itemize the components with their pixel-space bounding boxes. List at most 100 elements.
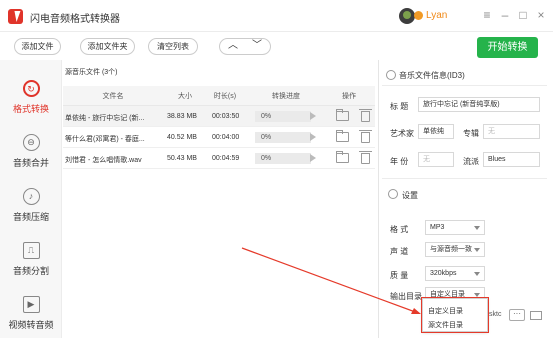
column-name: 文件名 [102, 93, 124, 100]
trash-icon[interactable] [359, 151, 372, 164]
table-row[interactable]: 刘惜君 - 怎么唱情歌.wav 50.43 MB 00:04:59 0% [63, 148, 375, 169]
table-row[interactable]: 单依纯 - 旅行中忘记 (新... 38.83 MB 00:03:50 0% [63, 106, 375, 127]
trash-icon[interactable] [359, 130, 372, 143]
progress-bar: 0% [255, 153, 311, 164]
toolbar: 添加文件 添加文件夹 清空列表 [0, 33, 553, 59]
genre-field[interactable]: Blues [483, 152, 540, 167]
file-duration: 00:04:00 [212, 134, 240, 141]
sidebar-item-merge[interactable]: ⊖ 音频合并 [0, 124, 62, 178]
clear-list-button[interactable]: 清空列表 [148, 38, 198, 55]
file-name: 刘惜君 - 怎么唱情歌.wav [65, 157, 142, 164]
file-size: 40.52 MB [167, 134, 197, 141]
file-duration: 00:04:59 [212, 155, 240, 162]
folder-icon[interactable] [336, 109, 349, 121]
play-icon[interactable] [310, 154, 316, 162]
file-duration: 00:03:50 [212, 113, 240, 120]
move-up-button[interactable]: ︿ [226, 39, 240, 53]
progress-text: 0% [261, 134, 272, 141]
play-icon: ▶ [22, 296, 40, 313]
move-down-button[interactable]: ﹀ [250, 39, 264, 53]
divider [382, 85, 547, 86]
music-note-icon: ♪ [22, 188, 40, 205]
file-name: 等什么君(邓寓君) - 春庭... [65, 136, 145, 143]
divider [382, 178, 547, 179]
progress-text: 0% [261, 155, 272, 162]
file-list-header: 源音乐文件 (3个) [65, 69, 118, 76]
chevron-down-icon [474, 248, 480, 252]
start-convert-button[interactable]: 开始转换 [477, 37, 538, 58]
sidebar-item-label: 音频压缩 [12, 212, 49, 222]
sidebar-item-label: 音频合并 [12, 158, 49, 168]
user-avatar[interactable] [399, 8, 415, 24]
sidebar-item-compress[interactable]: ♪ 音频压缩 [0, 178, 62, 232]
add-folder-button[interactable]: 添加文件夹 [80, 38, 135, 55]
sidebar-item-video-to-audio[interactable]: ▶ 视频转音频 [0, 286, 62, 338]
quality-value: 320kbps [430, 270, 457, 277]
refresh-icon: ↻ [22, 80, 40, 97]
table-header: 文件名 大小 时长(s) 转换进度 操作 [63, 86, 375, 106]
folder-icon[interactable] [336, 151, 349, 163]
quality-select[interactable]: 320kbps [425, 266, 485, 281]
table-row[interactable]: 等什么君(邓寓君) - 春庭... 40.52 MB 00:04:00 0% [63, 127, 375, 148]
column-size: 大小 [178, 93, 192, 100]
minimize-button[interactable]: – [497, 6, 513, 24]
app-title: 闪电音频格式转换器 [30, 14, 120, 25]
title-bar: 闪电音频格式转换器 Lyan ≡ – □ × [0, 0, 553, 32]
chevron-down-icon [474, 272, 480, 276]
album-label: 专辑 [463, 129, 479, 138]
file-size: 50.43 MB [167, 155, 197, 162]
quality-label: 质 量 [390, 271, 409, 280]
split-icon: ⎍ [22, 242, 40, 259]
year-field[interactable]: 无 [418, 152, 454, 167]
artist-field[interactable]: 单依纯 [418, 124, 454, 139]
vip-badge-icon [414, 11, 423, 20]
gear-icon [388, 189, 398, 199]
close-button[interactable]: × [533, 6, 549, 24]
sidebar-item-label: 视频转音频 [8, 320, 54, 330]
sidebar-item-label: 格式转换 [12, 104, 49, 114]
channel-select[interactable]: 与源音频一致 [425, 242, 485, 257]
sidebar-item-split[interactable]: ⎍ 音频分割 [0, 232, 62, 286]
album-field[interactable]: 无 [483, 124, 540, 139]
file-table: 文件名 大小 时长(s) 转换进度 操作 单依纯 - 旅行中忘记 (新... 3… [63, 86, 375, 169]
sidebar-item-label: 音频分割 [12, 266, 49, 276]
title-field[interactable]: 旅行中忘记 (新音纯享版) [418, 97, 540, 112]
column-actions: 操作 [342, 93, 356, 100]
format-select[interactable]: MP3 [425, 220, 485, 235]
chevron-down-icon [474, 226, 480, 230]
year-label: 年 份 [390, 157, 409, 166]
highlight-box [421, 297, 489, 333]
play-icon[interactable] [310, 112, 316, 120]
channel-label: 声 道 [390, 247, 409, 256]
channel-value: 与源音频一致 [430, 246, 472, 253]
music-info-icon [386, 70, 396, 80]
panel-divider [378, 60, 379, 338]
output-path: sktc [489, 311, 502, 318]
file-size: 38.83 MB [167, 113, 197, 120]
title-label: 标 题 [390, 102, 409, 111]
user-name[interactable]: Lyan [426, 10, 447, 21]
settings-title: 设置 [402, 191, 418, 200]
folder-icon[interactable] [336, 130, 349, 142]
format-label: 格 式 [390, 225, 409, 234]
format-value: MP3 [430, 224, 445, 231]
maximize-button[interactable]: □ [515, 6, 531, 24]
trash-icon[interactable] [359, 109, 372, 122]
file-name: 单依纯 - 旅行中忘记 (新... [65, 115, 145, 122]
artist-label: 艺术家 [390, 129, 414, 138]
progress-bar: 0% [255, 132, 311, 143]
column-duration: 时长(s) [213, 93, 237, 100]
menu-icon[interactable]: ≡ [479, 6, 495, 24]
add-file-button[interactable]: 添加文件 [14, 38, 61, 55]
progress-text: 0% [261, 113, 272, 120]
column-progress: 转换进度 [272, 93, 300, 100]
open-folder-icon[interactable] [530, 311, 542, 320]
app-logo-icon [8, 9, 23, 24]
browse-button[interactable]: ··· [509, 309, 525, 321]
genre-label: 流派 [463, 157, 479, 166]
play-icon[interactable] [310, 133, 316, 141]
sidebar-item-format-convert[interactable]: ↻ 格式转换 [0, 70, 62, 124]
sidebar: ↻ 格式转换 ⊖ 音频合并 ♪ 音频压缩 ⎍ 音频分割 ▶ 视频转音频 [0, 60, 62, 338]
merge-icon: ⊖ [22, 134, 40, 151]
id3-title: 音乐文件信息(ID3) [399, 71, 465, 80]
